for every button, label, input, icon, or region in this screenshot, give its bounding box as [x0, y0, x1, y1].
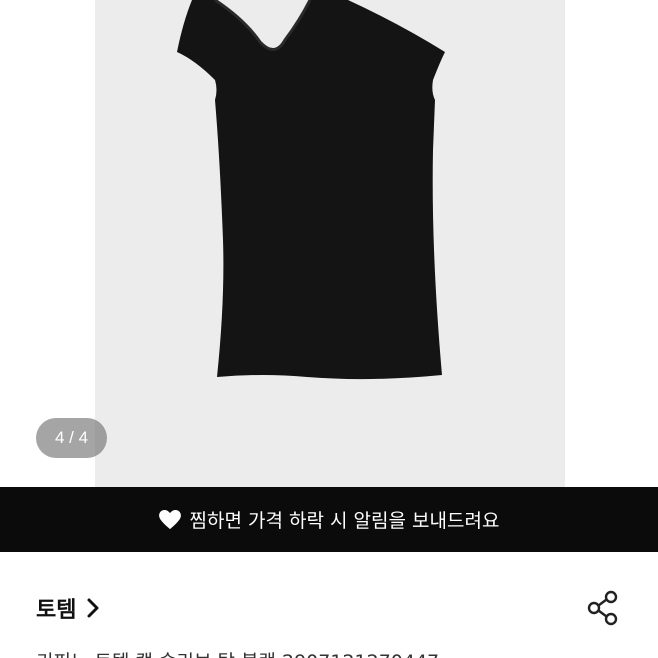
wishlist-price-alert-banner[interactable]: 찜하면 가격 하락 시 알림을 보내드려요 [0, 487, 658, 552]
wishlist-banner-text: 찜하면 가격 하락 시 알림을 보내드려요 [189, 510, 500, 532]
shop-link[interactable]: 토템 [36, 592, 100, 624]
product-photo[interactable] [95, 0, 565, 487]
garment-illustration [177, 0, 445, 380]
product-image-gallery[interactable]: 4 / 4 [0, 0, 658, 487]
product-title: 키피노 토템 캡 슬리브 탑 블랙 2907121270447 [36, 647, 636, 658]
shop-name: 토템 [36, 598, 77, 623]
chevron-right-icon [87, 598, 99, 618]
heart-icon [158, 509, 181, 529]
image-page-counter: 4 / 4 [36, 418, 107, 458]
share-icon[interactable] [586, 590, 620, 626]
shop-row: 토템 [0, 580, 658, 636]
